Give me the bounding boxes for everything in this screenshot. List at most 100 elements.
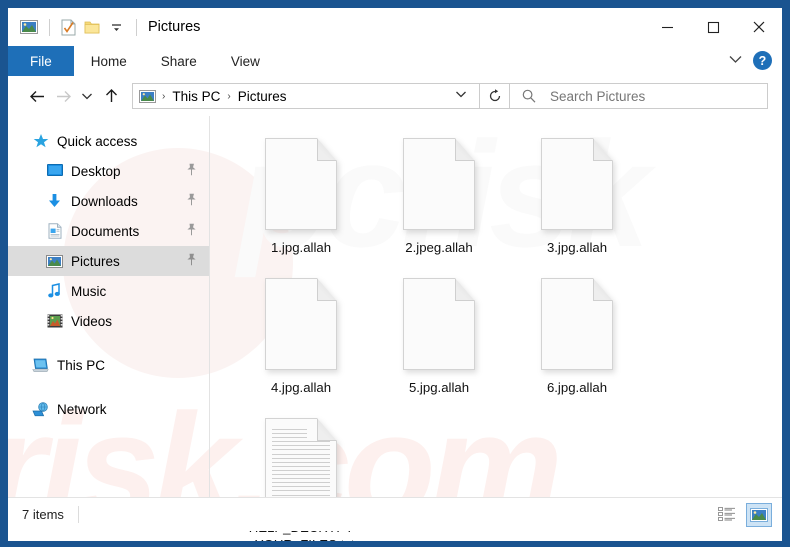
this-pc-icon — [32, 357, 49, 374]
breadcrumb-separator-1: › — [162, 90, 166, 102]
sidebar-item-videos[interactable]: Videos — [8, 306, 209, 336]
file-item[interactable]: 4.jpg.allah — [232, 270, 370, 396]
pin-icon[interactable] — [186, 253, 197, 269]
file-item[interactable]: 2.jpeg.allah — [370, 130, 508, 256]
details-view-button[interactable] — [714, 503, 740, 527]
sidebar-item-desktop[interactable]: Desktop — [8, 156, 209, 186]
customize-chevron-icon[interactable] — [105, 17, 127, 37]
sidebar-label: Documents — [71, 223, 140, 239]
sidebar-gap-1 — [8, 336, 209, 350]
sidebar-label: Quick access — [57, 133, 138, 149]
star-icon — [32, 133, 49, 150]
item-count: 7 items — [22, 507, 64, 522]
file-name: 4.jpg.allah — [270, 380, 332, 395]
file-name: 1.jpg.allah — [270, 240, 332, 255]
blank-file-icon — [541, 278, 613, 370]
navigation-pane: Quick access Desktop Downloads Documents… — [8, 116, 210, 497]
explorer-body: Quick access Desktop Downloads Documents… — [8, 116, 782, 541]
blank-file-icon — [403, 138, 475, 230]
ribbon-tabs: File Home Share View ? — [8, 46, 782, 76]
breadcrumb-separator-2: › — [227, 90, 231, 102]
close-button[interactable] — [736, 8, 782, 46]
title-bar: Pictures — [8, 8, 782, 46]
maximize-button[interactable] — [690, 8, 736, 46]
window-controls — [644, 8, 782, 46]
window-frame: pcrisk risk.com — [0, 0, 790, 547]
file-name: 3.jpg.allah — [546, 240, 608, 255]
picture-icon[interactable] — [18, 17, 40, 37]
file-name: 2.jpeg.allah — [405, 240, 473, 255]
documents-icon — [46, 223, 63, 240]
tab-view[interactable]: View — [214, 46, 277, 76]
breadcrumb-this-pc[interactable]: This PC — [169, 89, 223, 104]
file-list-pane[interactable]: 1.jpg.allah 2.jpeg.allah 3.jpg.allah 4.j… — [210, 116, 782, 541]
sidebar-label: Downloads — [71, 193, 138, 209]
refresh-button[interactable] — [480, 83, 510, 109]
sidebar-item-music[interactable]: Music — [8, 276, 209, 306]
blank-file-icon — [265, 138, 337, 230]
sidebar-item-downloads[interactable]: Downloads — [8, 186, 209, 216]
address-dropdown-icon[interactable] — [447, 90, 475, 102]
qat-divider-1 — [49, 18, 50, 36]
address-pictures-icon — [139, 89, 156, 103]
up-button[interactable] — [98, 81, 124, 111]
file-item[interactable]: 3.jpg.allah — [508, 130, 646, 256]
text-lines — [272, 429, 330, 500]
sidebar-item-quick-access[interactable]: Quick access — [8, 126, 209, 156]
pin-icon[interactable] — [186, 163, 197, 179]
qat-divider-2 — [136, 18, 137, 36]
search-box[interactable]: Search Pictures — [510, 83, 768, 109]
file-item[interactable]: 5.jpg.allah — [370, 270, 508, 396]
file-item[interactable]: 1.jpg.allah — [232, 130, 370, 256]
back-button[interactable] — [24, 81, 50, 111]
new-folder-icon[interactable] — [81, 17, 103, 37]
status-bar: 7 items — [8, 497, 782, 531]
sidebar-label: Pictures — [71, 253, 120, 269]
sidebar-item-this-pc[interactable]: This PC — [8, 350, 209, 380]
chevron-down-icon[interactable] — [728, 52, 743, 70]
ribbon-right-controls: ? — [728, 46, 782, 75]
explorer-window: pcrisk risk.com — [8, 8, 782, 541]
sidebar-label: This PC — [57, 357, 106, 373]
forward-button[interactable] — [50, 81, 76, 111]
tab-file[interactable]: File — [8, 46, 74, 76]
sidebar-label: Network — [57, 401, 107, 417]
sidebar-item-network[interactable]: Network — [8, 394, 209, 424]
sidebar-item-pictures[interactable]: Pictures — [8, 246, 209, 276]
downloads-icon — [46, 193, 63, 210]
minimize-button[interactable] — [644, 8, 690, 46]
window-title: Pictures — [148, 19, 201, 35]
search-input[interactable]: Search Pictures — [550, 89, 645, 104]
sidebar-label: Music — [71, 283, 107, 299]
file-name: 6.jpg.allah — [546, 380, 608, 395]
status-divider — [77, 506, 79, 523]
videos-icon — [46, 313, 63, 330]
blank-file-icon — [403, 278, 475, 370]
view-buttons — [714, 502, 772, 527]
sidebar-label: Desktop — [71, 163, 121, 179]
properties-checkmark-icon[interactable] — [57, 17, 79, 37]
file-name: 5.jpg.allah — [408, 380, 470, 395]
sidebar-label: Videos — [71, 313, 113, 329]
breadcrumb-pictures[interactable]: Pictures — [235, 89, 290, 104]
file-item[interactable]: 6.jpg.allah — [508, 270, 646, 396]
pin-icon[interactable] — [186, 193, 197, 209]
help-button[interactable]: ? — [753, 51, 772, 70]
pictures-icon — [46, 253, 63, 270]
pin-icon[interactable] — [186, 223, 197, 239]
recent-locations-button[interactable] — [76, 81, 98, 111]
file-grid: 1.jpg.allah 2.jpeg.allah 3.jpg.allah 4.j… — [232, 130, 782, 541]
desktop-icon — [46, 163, 63, 180]
address-bar-row: › This PC › Pictures Search Pictures — [8, 76, 782, 116]
address-bar[interactable]: › This PC › Pictures — [132, 83, 480, 109]
large-icons-view-button[interactable] — [746, 502, 772, 527]
sidebar-item-documents[interactable]: Documents — [8, 216, 209, 246]
search-icon — [522, 89, 536, 103]
blank-file-icon — [265, 278, 337, 370]
blank-file-icon — [541, 138, 613, 230]
music-icon — [46, 283, 63, 300]
tab-share[interactable]: Share — [144, 46, 214, 76]
tab-home[interactable]: Home — [74, 46, 144, 76]
sidebar-gap-2 — [8, 380, 209, 394]
network-icon — [32, 401, 49, 418]
